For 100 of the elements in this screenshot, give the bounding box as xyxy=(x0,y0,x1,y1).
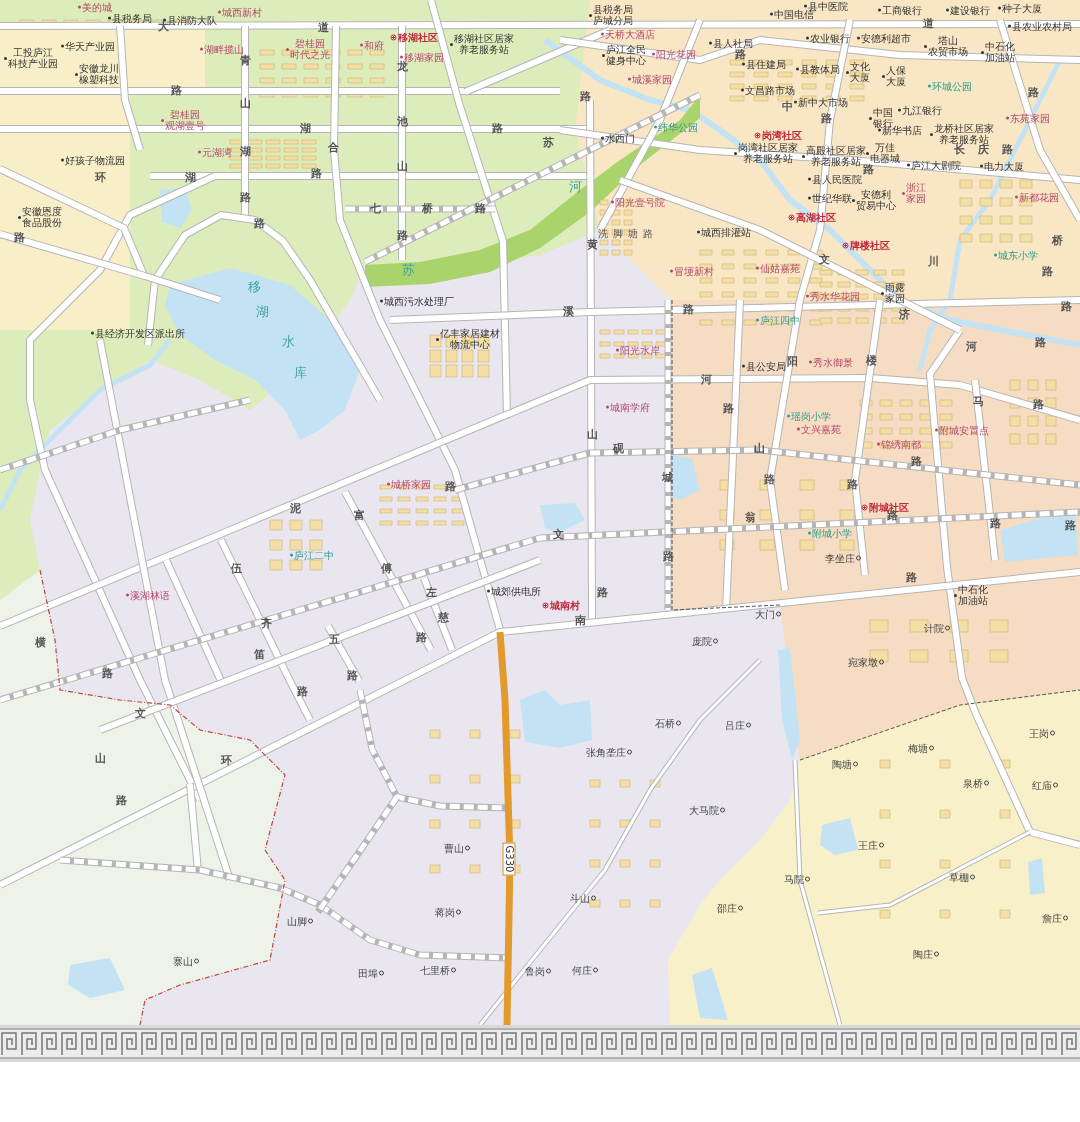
place-label: 加油站 xyxy=(958,595,988,606)
road-label: 文 xyxy=(552,529,564,541)
poi-dot-icon xyxy=(857,36,860,40)
road-label: 河 xyxy=(700,374,712,386)
place-label: 环城公园 xyxy=(932,80,972,92)
poi-dot-icon xyxy=(198,150,201,154)
place-label: 塔山 xyxy=(938,35,958,46)
poi-dot-icon xyxy=(400,55,403,59)
poi-dot-icon xyxy=(200,47,203,51)
place-label: 县住建局 xyxy=(746,58,786,70)
place-label: 纬华公园 xyxy=(658,121,698,133)
poi-dot-icon xyxy=(902,191,905,195)
place-label: 养老服务站 xyxy=(459,44,509,55)
community-marker-icon xyxy=(542,602,549,608)
community-marker-icon xyxy=(861,504,868,510)
place-label: 养老服务站 xyxy=(811,156,861,167)
place-label: 亿丰家居建材 xyxy=(440,328,500,339)
place-label: 红庙 xyxy=(1032,779,1052,791)
community-marker-icon xyxy=(390,34,397,40)
place-label: 何庄 xyxy=(572,964,592,976)
place-label: 美的城 xyxy=(82,1,112,13)
road-label: 路 xyxy=(905,572,917,584)
poi-dot-icon xyxy=(981,50,984,54)
poi-dot-icon xyxy=(881,291,884,295)
place-label: 高殿社区居家 xyxy=(806,145,866,156)
poi-dot-icon xyxy=(91,331,94,335)
poi-dot-icon xyxy=(616,348,619,352)
place-label: 中石化 xyxy=(985,41,1015,52)
place-label: 城桥家园 xyxy=(391,478,431,490)
road-label: 路 xyxy=(491,123,503,135)
place-label: 电器城 xyxy=(870,153,900,164)
place-label: 山脚 xyxy=(287,915,307,927)
place-label: 城南学府 xyxy=(610,401,650,413)
place-label: 詹庄 xyxy=(1042,912,1062,924)
place-label: 邵庄 xyxy=(717,902,737,914)
place-label: 家园 xyxy=(885,293,905,304)
road-label: 山 xyxy=(94,753,106,765)
place-label: 中石化 xyxy=(958,584,988,595)
place-label: 草棚 xyxy=(949,871,969,883)
road-label: 道 xyxy=(922,18,934,30)
place-label: 陶塘 xyxy=(832,758,852,770)
poi-dot-icon xyxy=(866,151,869,155)
poi-dot-icon xyxy=(450,42,453,46)
poi-dot-icon xyxy=(980,164,983,168)
road-label: 南 xyxy=(574,615,586,627)
water-label: 湖 xyxy=(255,306,269,318)
place-label: 移湖社区 xyxy=(397,31,438,43)
poi-dot-icon xyxy=(869,116,872,120)
community-marker-icon xyxy=(788,214,795,220)
road-label: 阳 xyxy=(786,356,798,368)
place-label: 工商银行 xyxy=(882,4,922,16)
place-label: 宛家墩 xyxy=(848,656,878,668)
place-label: 东苑家园 xyxy=(1010,112,1050,124)
place-label: 家园 xyxy=(906,193,926,204)
place-label: 秀水御景 xyxy=(813,356,853,368)
poi-dot-icon xyxy=(290,553,293,557)
poi-dot-icon xyxy=(877,442,880,446)
road-label: 路 xyxy=(846,479,858,491)
place-label: 大厦 xyxy=(850,72,870,83)
place-label: 县税务局 xyxy=(112,12,152,24)
poi-dot-icon xyxy=(878,8,881,12)
poi-dot-icon xyxy=(602,53,605,57)
poi-dot-icon xyxy=(954,593,957,597)
poi-dot-icon xyxy=(852,198,855,202)
poi-dot-icon xyxy=(804,4,807,8)
place-label: 橡塑科技 xyxy=(79,74,119,85)
place-label: 城东小学 xyxy=(998,249,1038,261)
place-label: 移湖社区居家 xyxy=(454,33,514,44)
place-label: 和府 xyxy=(364,39,384,51)
place-label: 养老服务站 xyxy=(743,153,793,164)
road-label: 池 xyxy=(396,116,408,128)
poi-dot-icon xyxy=(882,74,885,78)
poi-dot-icon xyxy=(18,215,21,219)
poi-dot-icon xyxy=(935,428,938,432)
road-label: 富 xyxy=(353,510,365,522)
road-label: 溪 xyxy=(562,306,574,318)
poi-dot-icon xyxy=(809,360,812,364)
poi-dot-icon xyxy=(806,36,809,40)
poi-dot-icon xyxy=(709,41,712,45)
poi-dot-icon xyxy=(380,299,383,303)
poi-dot-icon xyxy=(1006,116,1009,120)
poi-dot-icon xyxy=(218,10,221,14)
poi-dot-icon xyxy=(802,154,805,158)
place-label: 庐江全民 xyxy=(606,44,646,55)
road-label: 黄 xyxy=(586,239,598,251)
poi-dot-icon xyxy=(946,8,949,12)
road-label: 路 xyxy=(444,481,456,493)
place-label: 王岗 xyxy=(1029,727,1049,739)
road-label: 路 xyxy=(1027,87,1039,99)
place-label: 观湖壹号 xyxy=(165,120,205,131)
place-label: 种子大厦 xyxy=(1002,2,1042,14)
road-label: 路 xyxy=(722,403,734,415)
road-label: 山 xyxy=(586,429,598,441)
place-label: 庐城分局 xyxy=(593,15,633,26)
poi-dot-icon xyxy=(108,16,111,20)
road-label: 桥 xyxy=(1051,235,1063,247)
road-label: 路 xyxy=(989,518,1001,530)
place-label: 人保 xyxy=(886,65,906,76)
poi-dot-icon xyxy=(998,6,1001,10)
place-label: 中国 xyxy=(873,107,893,118)
